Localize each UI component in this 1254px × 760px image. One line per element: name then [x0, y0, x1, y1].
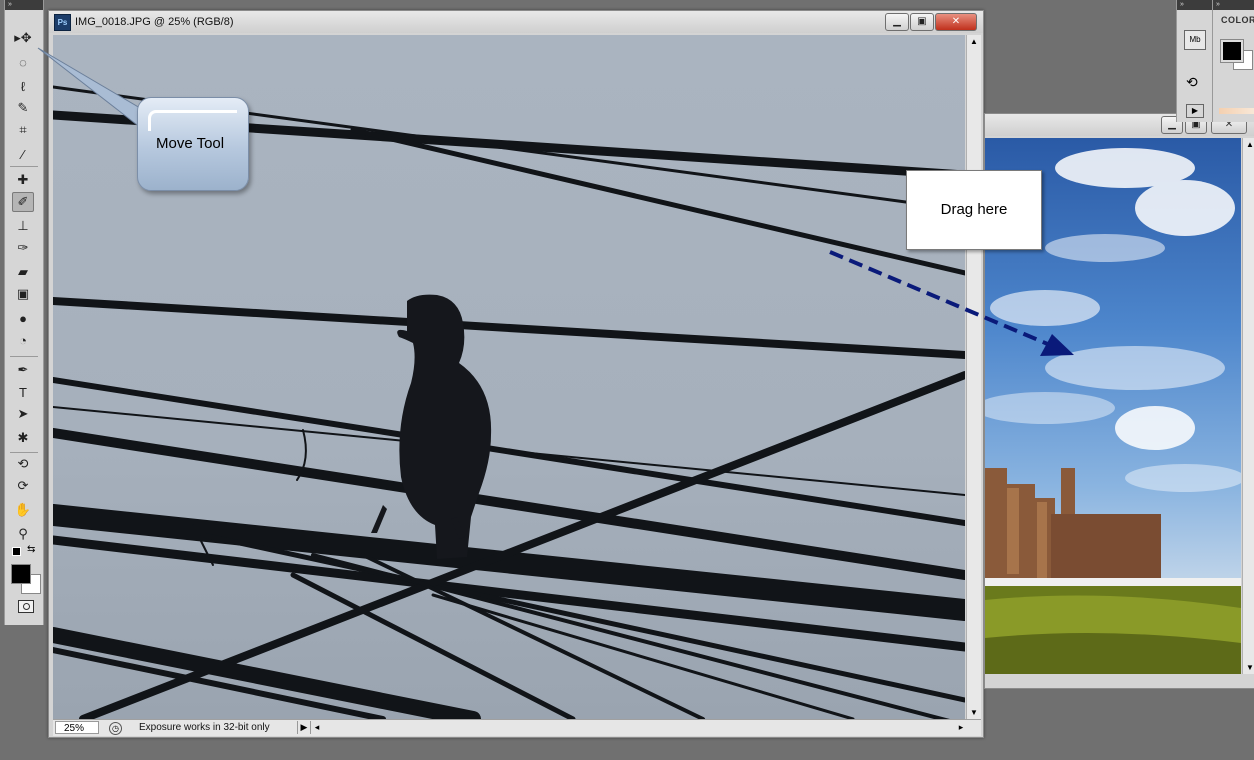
- callout-shine: [148, 110, 237, 131]
- drag-here-callout-text: Drag here: [940, 201, 1008, 218]
- move-tool-callout-text: Move Tool: [156, 135, 225, 152]
- drag-arrow-line: [829, 250, 1051, 347]
- move-tool-callout: Move Tool: [137, 97, 249, 191]
- drag-here-callout: Drag here: [906, 170, 1042, 250]
